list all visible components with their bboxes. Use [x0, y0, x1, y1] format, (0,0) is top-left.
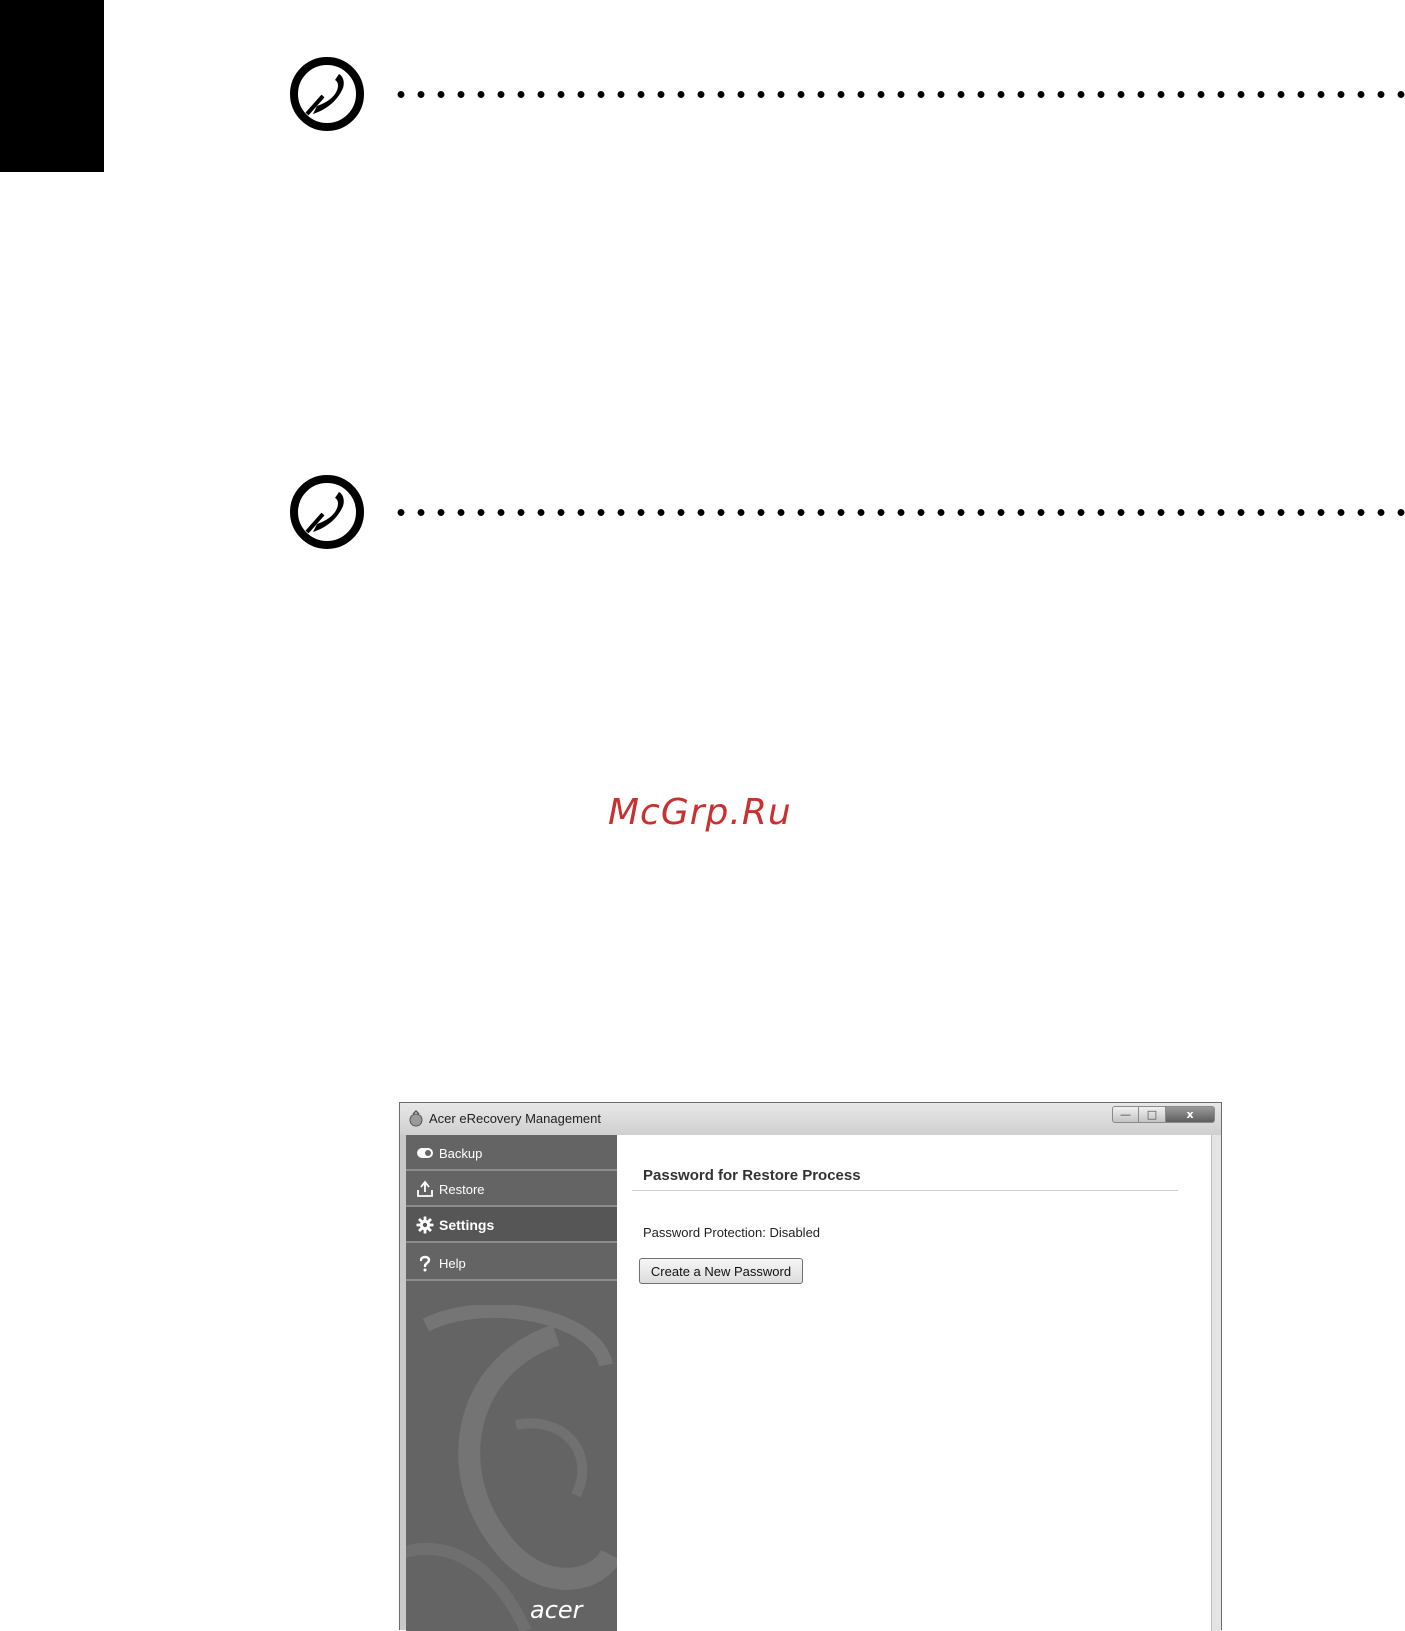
vertical-scrollbar[interactable]: [1211, 1135, 1221, 1631]
sidebar-item-label: Restore: [439, 1182, 485, 1197]
dotted-rule: [391, 91, 1405, 98]
chapter-tab-marker: [0, 0, 104, 172]
erecovery-window: Acer eRecovery Management — □ x Backup R…: [399, 1102, 1222, 1631]
sidebar: Backup Restore Settings Help acer: [406, 1135, 617, 1631]
sidebar-swirl-decoration: [406, 1305, 617, 1631]
title-bar[interactable]: Acer eRecovery Management — □ x: [400, 1103, 1221, 1135]
restore-icon: [417, 1180, 433, 1197]
window-title: Acer eRecovery Management: [429, 1111, 601, 1126]
question-mark-icon: [419, 1255, 431, 1272]
backup-icon: [417, 1148, 433, 1158]
minimize-button[interactable]: —: [1112, 1106, 1139, 1123]
note-pen-icon: [290, 57, 364, 131]
app-icon: [409, 1110, 423, 1127]
content-pane: Password for Restore Process Password Pr…: [617, 1135, 1211, 1631]
sidebar-item-help[interactable]: Help: [406, 1245, 617, 1281]
sidebar-item-settings[interactable]: Settings: [406, 1207, 617, 1243]
note-divider-1: [287, 54, 1405, 134]
section-title: Password for Restore Process: [643, 1167, 861, 1184]
section-divider: [632, 1190, 1178, 1191]
password-status-text: Password Protection: Disabled: [643, 1225, 821, 1240]
gear-icon: [416, 1216, 434, 1234]
caption-buttons: — □ x: [1112, 1106, 1215, 1123]
svg-text:acer: acer: [530, 1597, 585, 1623]
maximize-button[interactable]: □: [1139, 1106, 1166, 1123]
sidebar-item-backup[interactable]: Backup: [406, 1135, 617, 1171]
watermark-text: McGrp.Ru: [608, 792, 792, 833]
create-password-button[interactable]: Create a New Password: [639, 1258, 803, 1284]
close-button[interactable]: x: [1166, 1106, 1215, 1123]
acer-logo: acer: [530, 1597, 585, 1623]
sidebar-item-label: Backup: [439, 1146, 483, 1161]
sidebar-item-restore[interactable]: Restore: [406, 1171, 617, 1207]
sidebar-item-label: Settings: [439, 1217, 495, 1233]
dotted-rule: [391, 509, 1405, 516]
note-divider-2: [287, 472, 1405, 552]
note-pen-icon: [290, 475, 364, 549]
sidebar-item-label: Help: [439, 1256, 466, 1271]
